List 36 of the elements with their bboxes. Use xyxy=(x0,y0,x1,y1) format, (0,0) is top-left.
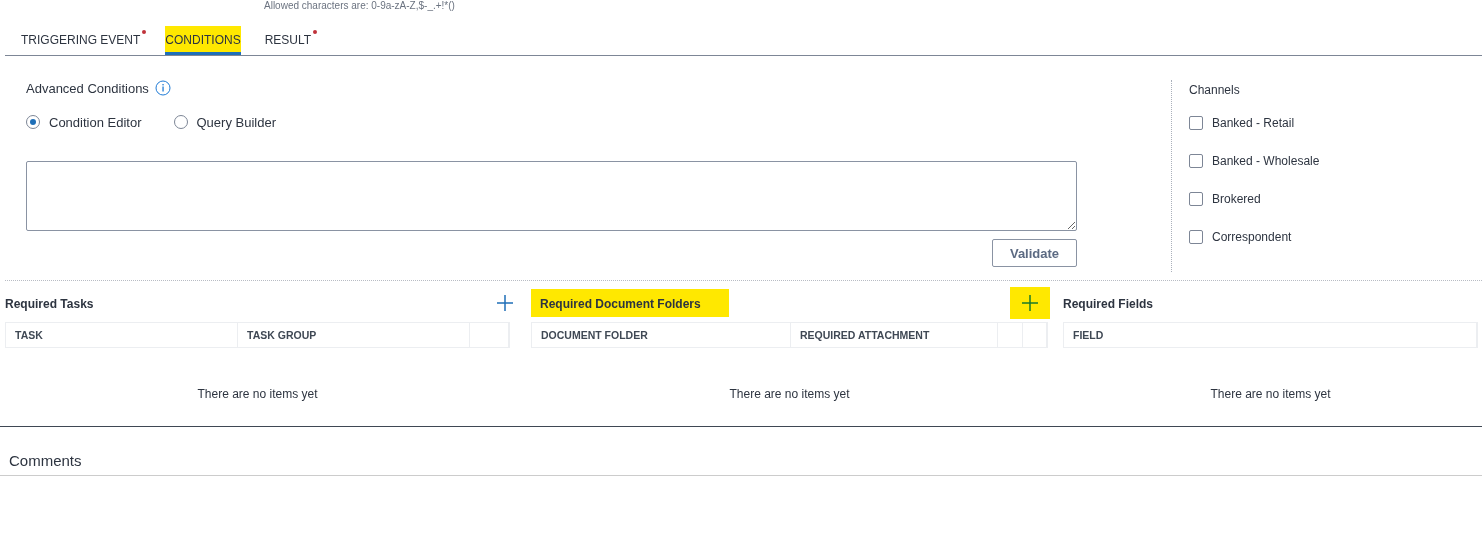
checkbox-label[interactable]: Correspondent xyxy=(1212,230,1292,244)
tab[interactable]: CONDITIONS xyxy=(165,26,241,55)
checkbox-label[interactable]: Brokered xyxy=(1212,192,1261,206)
checkbox[interactable] xyxy=(1189,230,1203,244)
checkbox-label[interactable]: Banked - Retail xyxy=(1212,116,1295,130)
tab[interactable]: RESULT xyxy=(248,26,329,55)
empty-message: There are no items yet xyxy=(196,387,319,401)
required-dot-icon xyxy=(142,30,147,34)
checkbox[interactable] xyxy=(1189,154,1203,168)
column-header: DOCUMENT FOLDER xyxy=(532,323,791,347)
checkbox[interactable] xyxy=(1189,116,1203,130)
checkbox-label[interactable]: Banked - Wholesale xyxy=(1212,154,1320,168)
plus-icon xyxy=(496,294,514,312)
plus-icon xyxy=(1021,294,1039,312)
panel-title: Required Tasks xyxy=(5,296,95,313)
required-dot-icon xyxy=(313,30,318,34)
checkbox[interactable] xyxy=(1189,192,1203,206)
channels-title: Channels xyxy=(1189,83,1241,97)
comments-title[interactable]: Comments xyxy=(9,452,82,469)
column-header: TASK GROUP xyxy=(238,323,470,347)
tab[interactable]: TRIGGERING EVENT xyxy=(5,26,158,55)
column-header: TASK xyxy=(6,323,238,347)
empty-message: There are no items yet xyxy=(1209,387,1332,401)
advanced-conditions-label: Advanced Conditions xyxy=(26,80,149,96)
info-icon[interactable] xyxy=(154,80,171,96)
condition-input-field[interactable] xyxy=(26,161,1077,231)
radio-label[interactable]: Query Builder xyxy=(196,114,276,130)
panel-title: Required Document Folders xyxy=(531,289,729,317)
column-header: FIELD xyxy=(1064,323,1477,347)
allowed-characters-hint: Allowed characters are: 0-9a-zA-Z,$-_.+!*() xyxy=(264,0,455,12)
column-header: REQUIRED ATTACHMENT xyxy=(791,323,998,347)
validate-button[interactable]: Validate xyxy=(992,239,1077,267)
radio-label[interactable]: Condition Editor xyxy=(49,114,142,130)
panel-title: Required Fields xyxy=(1063,296,1155,313)
add-button[interactable] xyxy=(1010,287,1050,319)
empty-message: There are no items yet xyxy=(728,387,851,401)
